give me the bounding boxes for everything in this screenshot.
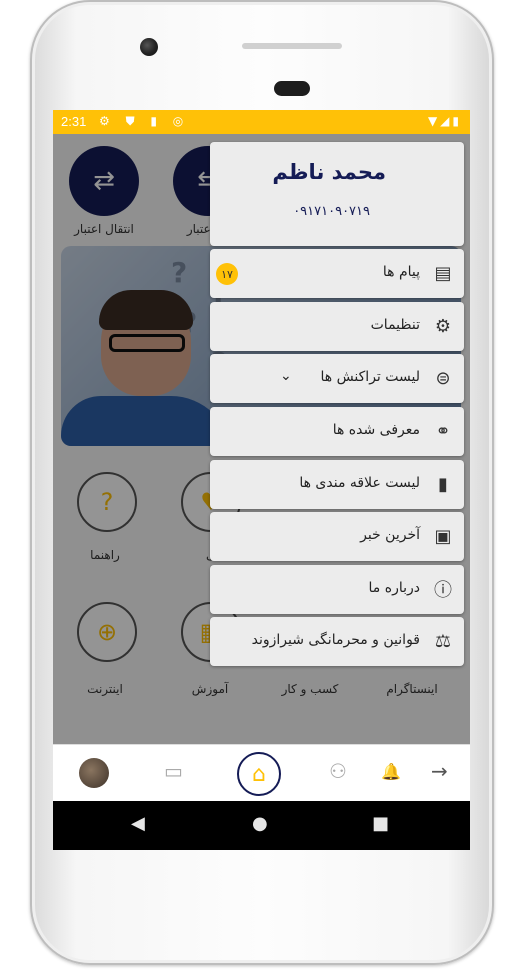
- settings-icon: ⚙: [434, 315, 452, 337]
- referrals-icon: ⚭: [435, 420, 451, 442]
- drawer-item-favorites[interactable]: ▮ لیست علاقه مندی ها: [210, 460, 464, 509]
- messages-icon: ▤: [434, 262, 452, 284]
- drawer-item-news[interactable]: ▣ آخرین خبر: [210, 512, 464, 561]
- drawer-item-label: لیست علاقه مندی ها: [299, 475, 420, 491]
- drawer-item-label: قوانین و محرمانگی شیرازوند: [251, 632, 420, 648]
- home-icon[interactable]: ⌂: [237, 752, 281, 796]
- bottom-navigation: ▭ ⌂ ⚇ 🔔 →: [53, 744, 470, 802]
- transactions-icon: ⊜: [435, 367, 451, 389]
- home-circle-icon[interactable]: ●: [252, 813, 268, 834]
- bookmark-icon: ▮: [438, 473, 448, 495]
- drawer-item-messages[interactable]: ▤ پیام ها ۱۷: [210, 249, 464, 298]
- profile-phone: ۰۹۱۷۱۰۹۰۷۱۹: [293, 204, 370, 219]
- status-time: 2:31: [61, 114, 87, 129]
- profile-name: محمد ناظم: [272, 160, 386, 184]
- drawer-profile-card[interactable]: محمد ناظم ۰۹۱۷۱۰۹۰۷۱۹: [210, 142, 464, 246]
- drawer-item-referrals[interactable]: ⚭ معرفی شده ها: [210, 407, 464, 456]
- drawer-item-label: درباره ما: [368, 580, 420, 596]
- drawer-item-label: پیام ها: [382, 264, 420, 280]
- device-screen: 2:31 ⚙ ⛊ ▮ ◎ ▼◢▮ ⇄ انتقال اعتبار ⇆ ت اعت…: [53, 110, 470, 850]
- system-navigation-bar: ◀ ● ■: [53, 801, 470, 850]
- drawer-item-about[interactable]: ⓘ درباره ما: [210, 565, 464, 614]
- system-icons: ▼◢▮: [427, 114, 462, 128]
- drawer-item-label: معرفی شده ها: [332, 422, 420, 438]
- earpiece-speaker: [242, 43, 342, 49]
- drawer-item-terms[interactable]: ⚖ قوانین و محرمانگی شیرازوند: [210, 617, 464, 666]
- info-icon: ⓘ: [434, 580, 452, 601]
- news-icon: ▣: [434, 525, 452, 547]
- drawer-item-label: لیست تراکنش ها: [320, 369, 420, 385]
- arrow-right-icon[interactable]: →: [431, 759, 448, 783]
- scales-icon: ⚖: [434, 630, 452, 652]
- proximity-sensor: [274, 81, 310, 96]
- drawer-item-label: آخرین خبر: [360, 527, 420, 543]
- notification-icons: ⚙ ⛊ ▮ ◎: [99, 114, 190, 128]
- status-bar: 2:31 ⚙ ⛊ ▮ ◎ ▼◢▮: [53, 110, 470, 134]
- drawer-item-settings[interactable]: ⚙ تنظیمات: [210, 302, 464, 351]
- back-icon[interactable]: ◀: [131, 813, 145, 834]
- chevron-down-icon[interactable]: ⌄: [280, 368, 292, 384]
- bell-icon[interactable]: 🔔: [381, 762, 401, 781]
- network-icon[interactable]: ⚇: [329, 759, 347, 783]
- recents-icon[interactable]: ■: [372, 813, 389, 834]
- drawer-item-label: تنظیمات: [370, 317, 420, 333]
- profile-avatar[interactable]: [79, 758, 109, 788]
- front-camera: [140, 38, 158, 56]
- wallet-icon[interactable]: ▭: [164, 759, 183, 783]
- drawer-item-transactions[interactable]: ⊜ لیست تراکنش ها ⌄: [210, 354, 464, 403]
- navigation-drawer: محمد ناظم ۰۹۱۷۱۰۹۰۷۱۹ ▤ پیام ها ۱۷ ⚙ تنظ…: [210, 142, 466, 677]
- unread-badge: ۱۷: [216, 263, 238, 285]
